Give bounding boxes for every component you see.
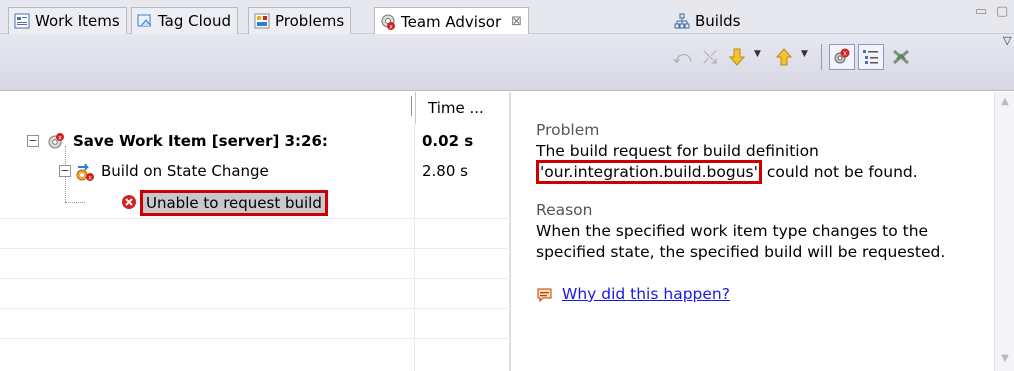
reason-text: When the specified work item type change… — [536, 222, 946, 261]
tab-tag-cloud[interactable]: Tag Cloud — [131, 7, 239, 34]
view-toolbar: ⤺ ⤯ ▼ ▼ x ▽ — [0, 34, 1014, 91]
maximize-icon[interactable]: ▢ — [996, 4, 1008, 19]
tag-cloud-icon — [136, 12, 154, 30]
svg-text:x: x — [843, 50, 847, 58]
reason-heading: Reason — [536, 201, 593, 219]
grid-line — [0, 338, 511, 339]
vertical-scrollbar[interactable]: ▲ ▼ — [994, 92, 1014, 371]
tree-row[interactable]: − x Build on State Change 2.80 s — [0, 156, 511, 186]
minimize-icon[interactable]: ▭ — [975, 4, 987, 19]
builds-icon — [673, 12, 691, 30]
tree-row-time: 0.02 s — [422, 132, 474, 150]
collapse-all-icon[interactable]: ⤺ — [669, 44, 695, 70]
problem-line: 'our.integration.build.bogus' could not … — [536, 160, 996, 184]
scroll-up-icon[interactable]: ▲ — [998, 96, 1012, 110]
svg-text:x: x — [88, 174, 92, 181]
column-divider[interactable] — [411, 96, 412, 116]
tree-row-time: 2.80 s — [422, 162, 468, 180]
view-menu-icon[interactable]: ▽ — [1003, 34, 1011, 47]
help-link-row: Why did this happen? — [536, 284, 996, 305]
problem-line: The build request for build definition — [536, 142, 819, 160]
build-participant-icon: x — [75, 162, 94, 181]
grid-line — [0, 278, 511, 279]
grid-line — [0, 218, 511, 219]
show-errors-toggle-icon[interactable]: x — [829, 44, 855, 70]
configure-icon[interactable]: ⤯ — [697, 44, 723, 70]
previous-dropdown-icon[interactable]: ▼ — [801, 49, 808, 59]
toolbar-separator — [821, 44, 822, 70]
tab-label: Problems — [275, 12, 345, 30]
tree-row-selected[interactable]: Unable to request build — [0, 188, 511, 218]
remove-all-icon[interactable] — [888, 44, 914, 70]
next-dropdown-icon[interactable]: ▼ — [754, 49, 761, 59]
grid-line — [0, 248, 511, 249]
collapse-toggle-icon[interactable]: − — [27, 135, 39, 147]
tab-builds[interactable]: Builds — [669, 7, 746, 34]
view-tab-strip: Work Items Tag Cloud Problems x Team Adv… — [0, 0, 1014, 35]
tab-label: Tag Cloud — [158, 12, 232, 30]
show-details-toggle-icon[interactable] — [858, 44, 884, 70]
build-definition-id: 'our.integration.build.bogus' — [536, 160, 762, 184]
problem-suffix: could not be found. — [761, 163, 918, 181]
grid-line — [0, 308, 511, 309]
collapse-toggle-icon[interactable]: − — [59, 165, 71, 177]
problem-heading: Problem — [536, 121, 600, 139]
advisor-tree: Time ... − x Save Work Item [server] 3:2… — [0, 92, 511, 371]
tree-row-label: Unable to request build — [140, 190, 328, 216]
tab-label: Work Items — [35, 12, 120, 30]
tree-row[interactable]: − x Save Work Item [server] 3:26: 0.02 s — [0, 126, 511, 156]
next-arrow-down-icon[interactable] — [724, 44, 750, 70]
tab-problems[interactable]: Problems — [248, 7, 352, 34]
tab-work-items[interactable]: Work Items — [8, 7, 127, 34]
why-did-this-happen-link[interactable]: Why did this happen? — [562, 284, 730, 305]
error-icon — [121, 194, 137, 212]
help-chat-icon — [536, 286, 554, 304]
details-pane: Problem The build request for build defi… — [513, 92, 1014, 371]
problems-icon — [253, 12, 271, 30]
svg-text:x: x — [58, 134, 62, 141]
previous-arrow-up-icon[interactable] — [771, 44, 797, 70]
tree-row-label: Build on State Change — [101, 162, 269, 180]
problem-details: Problem The build request for build defi… — [536, 120, 996, 305]
tree-header: Time ... — [0, 92, 511, 124]
work-items-icon — [13, 12, 31, 30]
team-advisor-icon: x — [379, 13, 397, 31]
scroll-down-icon[interactable]: ▼ — [998, 353, 1012, 367]
tab-label: Builds — [695, 11, 741, 30]
close-icon[interactable]: ⊠ — [511, 14, 522, 29]
tab-team-advisor[interactable]: x Team Advisor ⊠ — [374, 7, 530, 35]
svg-text:x: x — [389, 23, 393, 30]
operation-gear-icon: x — [47, 132, 65, 150]
time-column-header[interactable]: Time ... — [415, 92, 511, 124]
tree-row-label: Save Work Item [server] 3:26: — [73, 132, 328, 150]
tab-label: Team Advisor — [401, 12, 502, 31]
